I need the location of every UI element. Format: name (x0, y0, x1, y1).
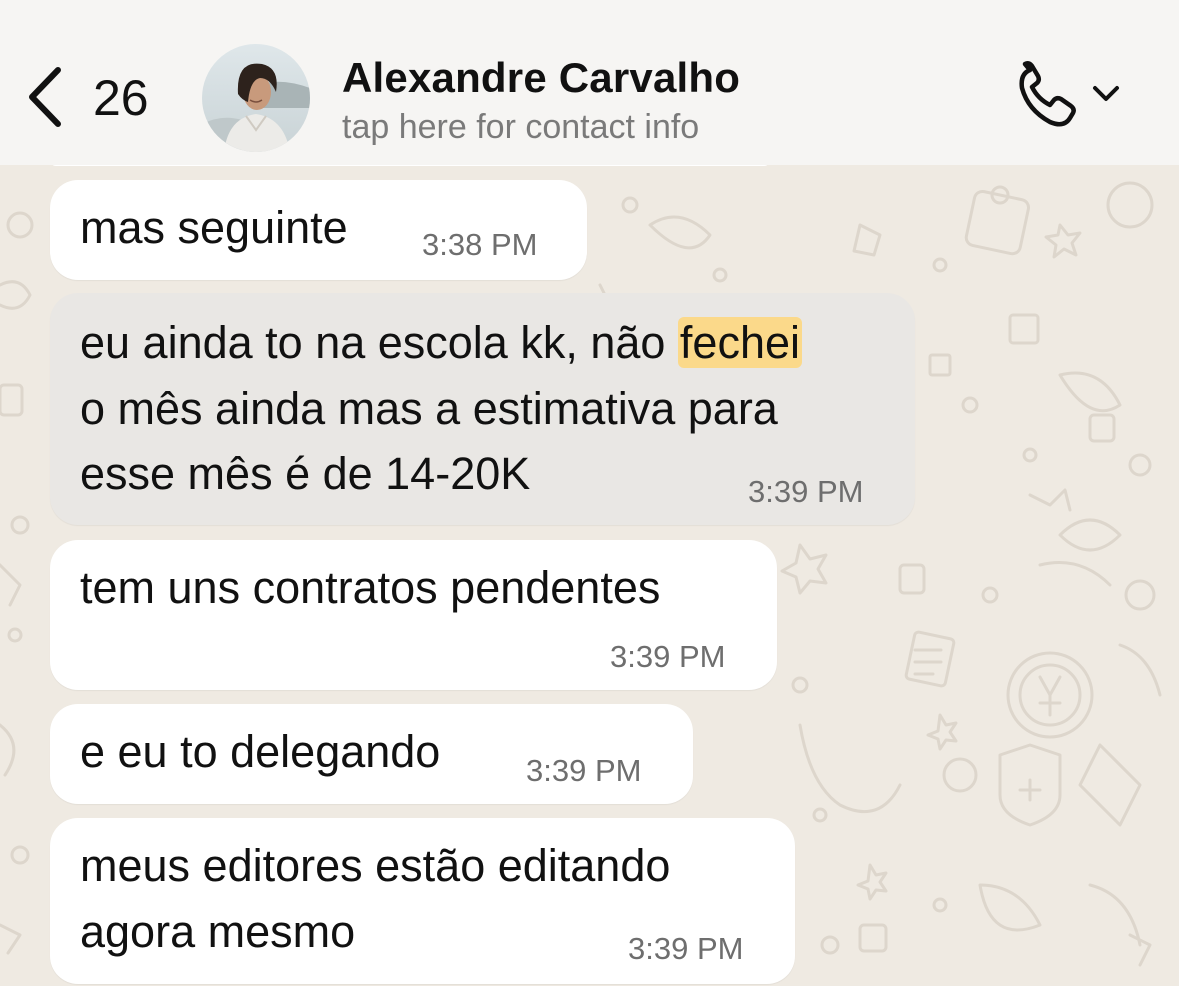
unread-count[interactable]: 26 (93, 70, 149, 126)
message-text: eu ainda to na escola kk, não (80, 317, 678, 368)
message-text: e eu to delegando (80, 726, 441, 777)
message-bubble[interactable]: mas seguinte 3:38 PM (50, 180, 587, 280)
message-text-line-2: o mês ainda mas a estimativa para (80, 383, 778, 434)
search-highlight: fechei (677, 317, 803, 368)
message-text: tem uns contratos pendentes (80, 562, 661, 613)
call-button[interactable] (1012, 60, 1084, 132)
message-bubble[interactable]: tem uns contratos pendentes 3:39 PM (50, 540, 777, 690)
contact-info-hint[interactable]: tap here for contact info (342, 108, 699, 146)
message-timestamp: 3:39 PM (610, 639, 726, 674)
message-bubble[interactable]: meus editores estão editando agora mesmo… (50, 818, 795, 984)
message-timestamp: 3:39 PM (526, 753, 642, 788)
message-timestamp: 3:38 PM (422, 227, 538, 262)
message-timestamp: 3:39 PM (748, 474, 864, 509)
chevron-left-icon (29, 67, 61, 127)
phone-icon (1019, 61, 1076, 127)
message-bubble[interactable]: e eu to delegando 3:39 PM (50, 704, 693, 804)
message-text-line-1: eu ainda to na escola kk, não fechei (80, 311, 803, 374)
message-timestamp: 3:39 PM (628, 931, 744, 966)
message-text-line-2: agora mesmo (80, 906, 356, 957)
avatar[interactable] (202, 44, 310, 152)
message-text-line-3: esse mês é de 14-20K (80, 448, 531, 499)
chevron-down-icon (1093, 86, 1119, 101)
message-text-line-1: meus editores estão editando (80, 840, 671, 891)
call-menu-button[interactable] (1090, 82, 1122, 106)
message-text: mas seguinte (80, 202, 348, 253)
contact-name[interactable]: Alexandre Carvalho (342, 54, 740, 102)
back-button[interactable] (22, 64, 72, 134)
chat-header: 26 Alexandre Carvalho tap here for conta… (0, 0, 1179, 165)
message-bubble-selected[interactable]: eu ainda to na escola kk, não fechei o m… (50, 293, 915, 525)
